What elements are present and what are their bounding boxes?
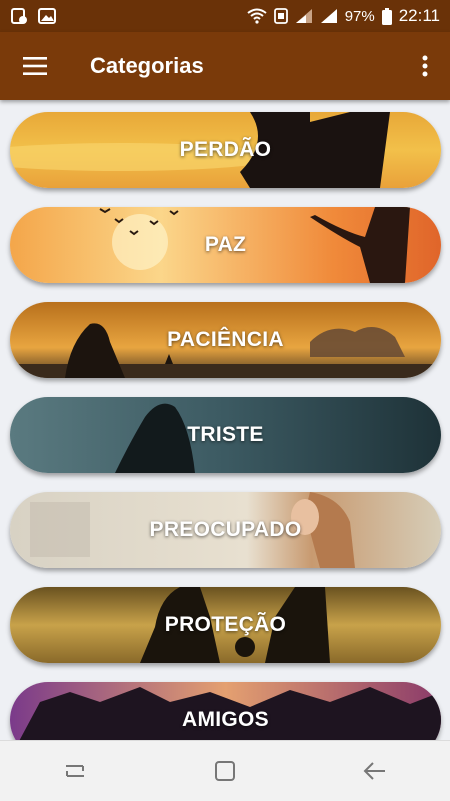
home-icon <box>215 761 235 781</box>
category-label: AMIGOS <box>182 708 269 731</box>
clock: 22:11 <box>398 6 440 25</box>
category-card-protecao[interactable]: PROTEÇÃO <box>10 587 441 663</box>
category-card-amigos[interactable]: AMIGOS <box>10 682 441 740</box>
page-title: Categorias <box>90 53 204 78</box>
signal-icon <box>320 8 338 24</box>
wifi-icon <box>247 8 267 24</box>
gallery-notification-icon <box>10 7 28 25</box>
hamburger-menu-icon <box>23 57 47 75</box>
home-button[interactable] <box>195 741 255 801</box>
category-label: PROTEÇÃO <box>164 613 287 636</box>
signal-icon <box>295 8 313 24</box>
system-nav-bar <box>0 740 450 801</box>
category-list[interactable]: PERDÃO PAZ PACIÊNCIA TRISTE PREOCUPADO P… <box>0 100 450 740</box>
category-label: PREOCUPADO <box>149 518 302 541</box>
category-card-preocupado[interactable]: PREOCUPADO <box>10 492 441 568</box>
volte-icon <box>273 8 288 24</box>
category-label: TRISTE <box>187 423 264 446</box>
category-card-paciencia[interactable]: PACIÊNCIA <box>10 302 441 378</box>
app-bar: Categorias <box>0 32 450 100</box>
category-label: PERDÃO <box>179 138 272 161</box>
back-button[interactable] <box>345 741 405 801</box>
menu-button[interactable] <box>0 32 70 100</box>
status-bar: 97% 22:11 <box>0 0 450 32</box>
recent-apps-icon <box>66 765 84 777</box>
image-notification-icon <box>38 7 56 25</box>
recent-apps-button[interactable] <box>45 741 105 801</box>
more-vert-icon <box>422 55 428 77</box>
category-label: PAZ <box>204 233 247 256</box>
category-card-perdao[interactable]: PERDÃO <box>10 112 441 188</box>
battery-percent: 97% <box>344 7 375 25</box>
overflow-menu-button[interactable] <box>400 32 450 100</box>
back-icon <box>363 762 385 780</box>
battery-icon <box>381 7 392 25</box>
category-label: PACIÊNCIA <box>167 328 284 351</box>
category-card-paz[interactable]: PAZ <box>10 207 441 283</box>
category-card-triste[interactable]: TRISTE <box>10 397 441 473</box>
